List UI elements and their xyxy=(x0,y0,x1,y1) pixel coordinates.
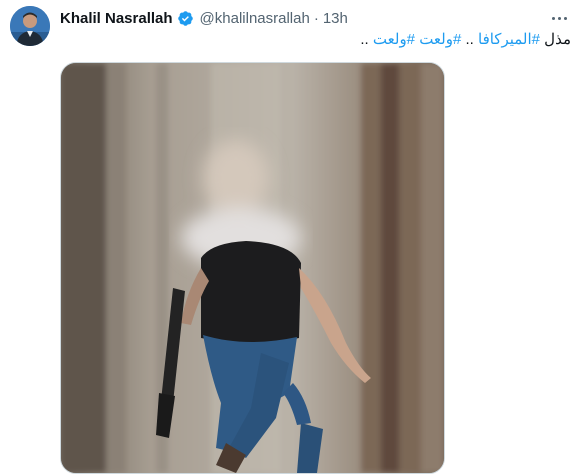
timestamp[interactable]: 13h xyxy=(323,10,348,27)
text-suffix: .. xyxy=(360,31,373,48)
verified-badge-icon xyxy=(177,10,194,27)
author-handle[interactable]: @khalilnasrallah xyxy=(200,10,310,27)
tweet-media-image[interactable] xyxy=(60,62,445,474)
separator-dot: · xyxy=(313,9,319,27)
hashtag-merkava[interactable]: #الميركافا xyxy=(478,31,540,48)
text-prefix: مذل xyxy=(540,31,571,48)
avatar[interactable] xyxy=(10,6,50,46)
author-name[interactable]: Khalil Nasrallah xyxy=(60,10,173,27)
hashtag-walaat-2[interactable]: #ولعت xyxy=(373,31,415,48)
text-mid: .. xyxy=(461,31,478,48)
hashtag-walaat-1[interactable]: #ولعت xyxy=(419,31,461,48)
more-options-icon[interactable] xyxy=(548,10,570,26)
tweet-header: Khalil Nasrallah @khalilnasrallah · 13h xyxy=(60,8,348,28)
tweet-text: مذل #الميركافا .. #ولعت #ولعت .. xyxy=(360,30,571,50)
